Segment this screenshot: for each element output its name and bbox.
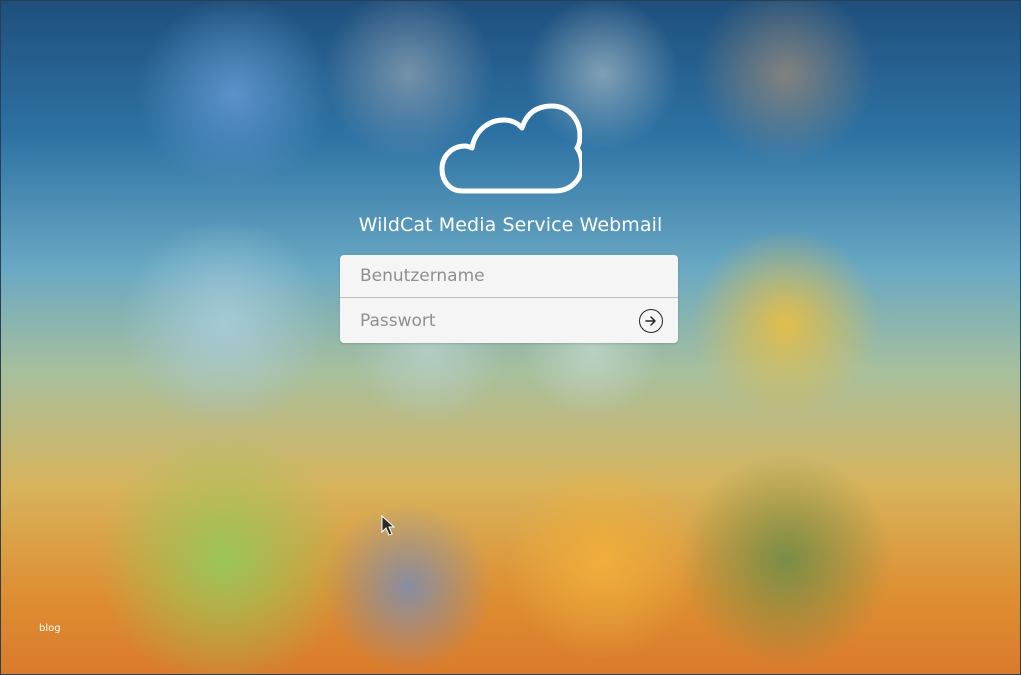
blog-link[interactable]: blog bbox=[39, 623, 61, 634]
submit-button[interactable] bbox=[639, 309, 663, 333]
password-input[interactable] bbox=[358, 309, 660, 332]
mouse-pointer-icon bbox=[381, 515, 395, 536]
arrow-right-icon bbox=[645, 316, 656, 326]
page-title: WildCat Media Service Webmail bbox=[358, 214, 663, 236]
password-field-container bbox=[340, 299, 678, 342]
cloud-icon bbox=[438, 102, 585, 198]
username-field-container bbox=[340, 255, 678, 298]
username-input[interactable] bbox=[358, 265, 660, 287]
login-form bbox=[340, 255, 678, 343]
